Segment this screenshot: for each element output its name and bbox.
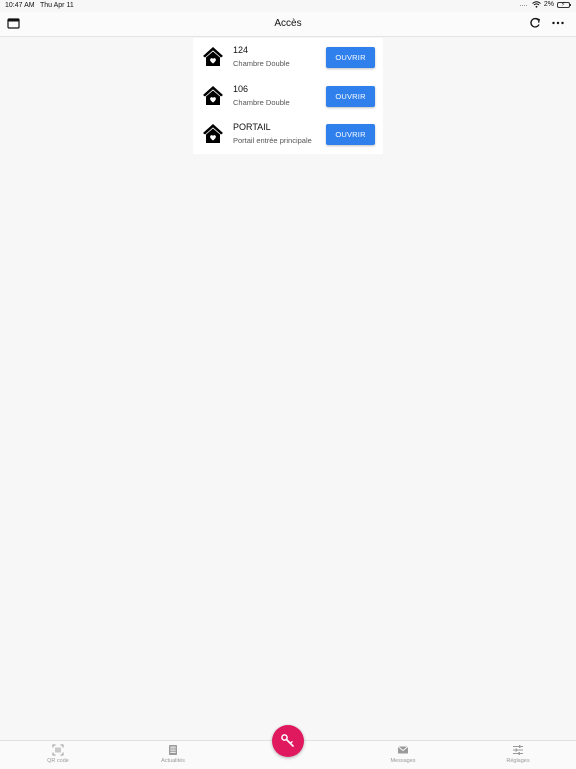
status-indicators: 2% ⚡ [519, 1, 571, 8]
access-item-title: 106 [233, 83, 249, 94]
page-title: Accès [274, 18, 302, 29]
access-item-title: PORTAIL [233, 122, 271, 132]
tab-label: Actualités [161, 758, 185, 764]
key-icon [281, 734, 294, 747]
access-list: 124 Chambre Double OUVRIR 106 Chambre Do… [193, 38, 383, 154]
tab-label: Messages [390, 758, 416, 764]
house-heart-icon [203, 47, 223, 66]
sliders-icon [513, 745, 523, 755]
qr-code-icon [52, 744, 64, 756]
house-heart-icon [203, 124, 223, 143]
wifi-icon [532, 1, 541, 8]
access-item-subtitle: Portail entrée principale [233, 136, 312, 145]
status-time: 10:47 AM [5, 2, 35, 9]
access-item-subtitle: Chambre Double [233, 59, 290, 68]
status-bar: 10:47 AM Thu Apr 11 2% ⚡ [0, 0, 576, 12]
list-item: 124 Chambre Double OUVRIR [193, 38, 383, 76]
battery-percent: 2% [543, 1, 554, 8]
tab-messages[interactable]: Messages [373, 744, 433, 764]
tab-reglages[interactable]: Réglages [488, 744, 548, 764]
tab-qr-code[interactable]: QR code [28, 744, 88, 764]
access-item-subtitle: Chambre Double [233, 97, 290, 107]
more-options-icon[interactable] [551, 17, 565, 29]
open-button[interactable]: OUVRIR [326, 85, 375, 107]
news-icon [169, 745, 177, 755]
list-item: PORTAIL Portail entrée principale OUVRIR [193, 115, 383, 153]
house-heart-icon [203, 85, 223, 105]
battery-icon: ⚡ [557, 1, 571, 8]
cellular-signal-icon [519, 3, 529, 6]
tab-actualites[interactable]: Actualités [143, 744, 203, 764]
open-button[interactable]: OUVRIR [326, 47, 375, 68]
status-date: Thu Apr 11 [40, 2, 74, 9]
list-item: 106 Chambre Double OUVRIR [193, 77, 383, 115]
tab-label: Réglages [506, 758, 530, 764]
nav-bar: Accès [0, 12, 576, 37]
access-item-title: 124 [233, 45, 249, 55]
refresh-icon[interactable] [529, 17, 541, 29]
open-button[interactable]: OUVRIR [326, 124, 375, 145]
tab-label: QR code [47, 758, 69, 764]
envelope-icon [397, 746, 409, 754]
key-fab-button[interactable] [272, 725, 304, 757]
